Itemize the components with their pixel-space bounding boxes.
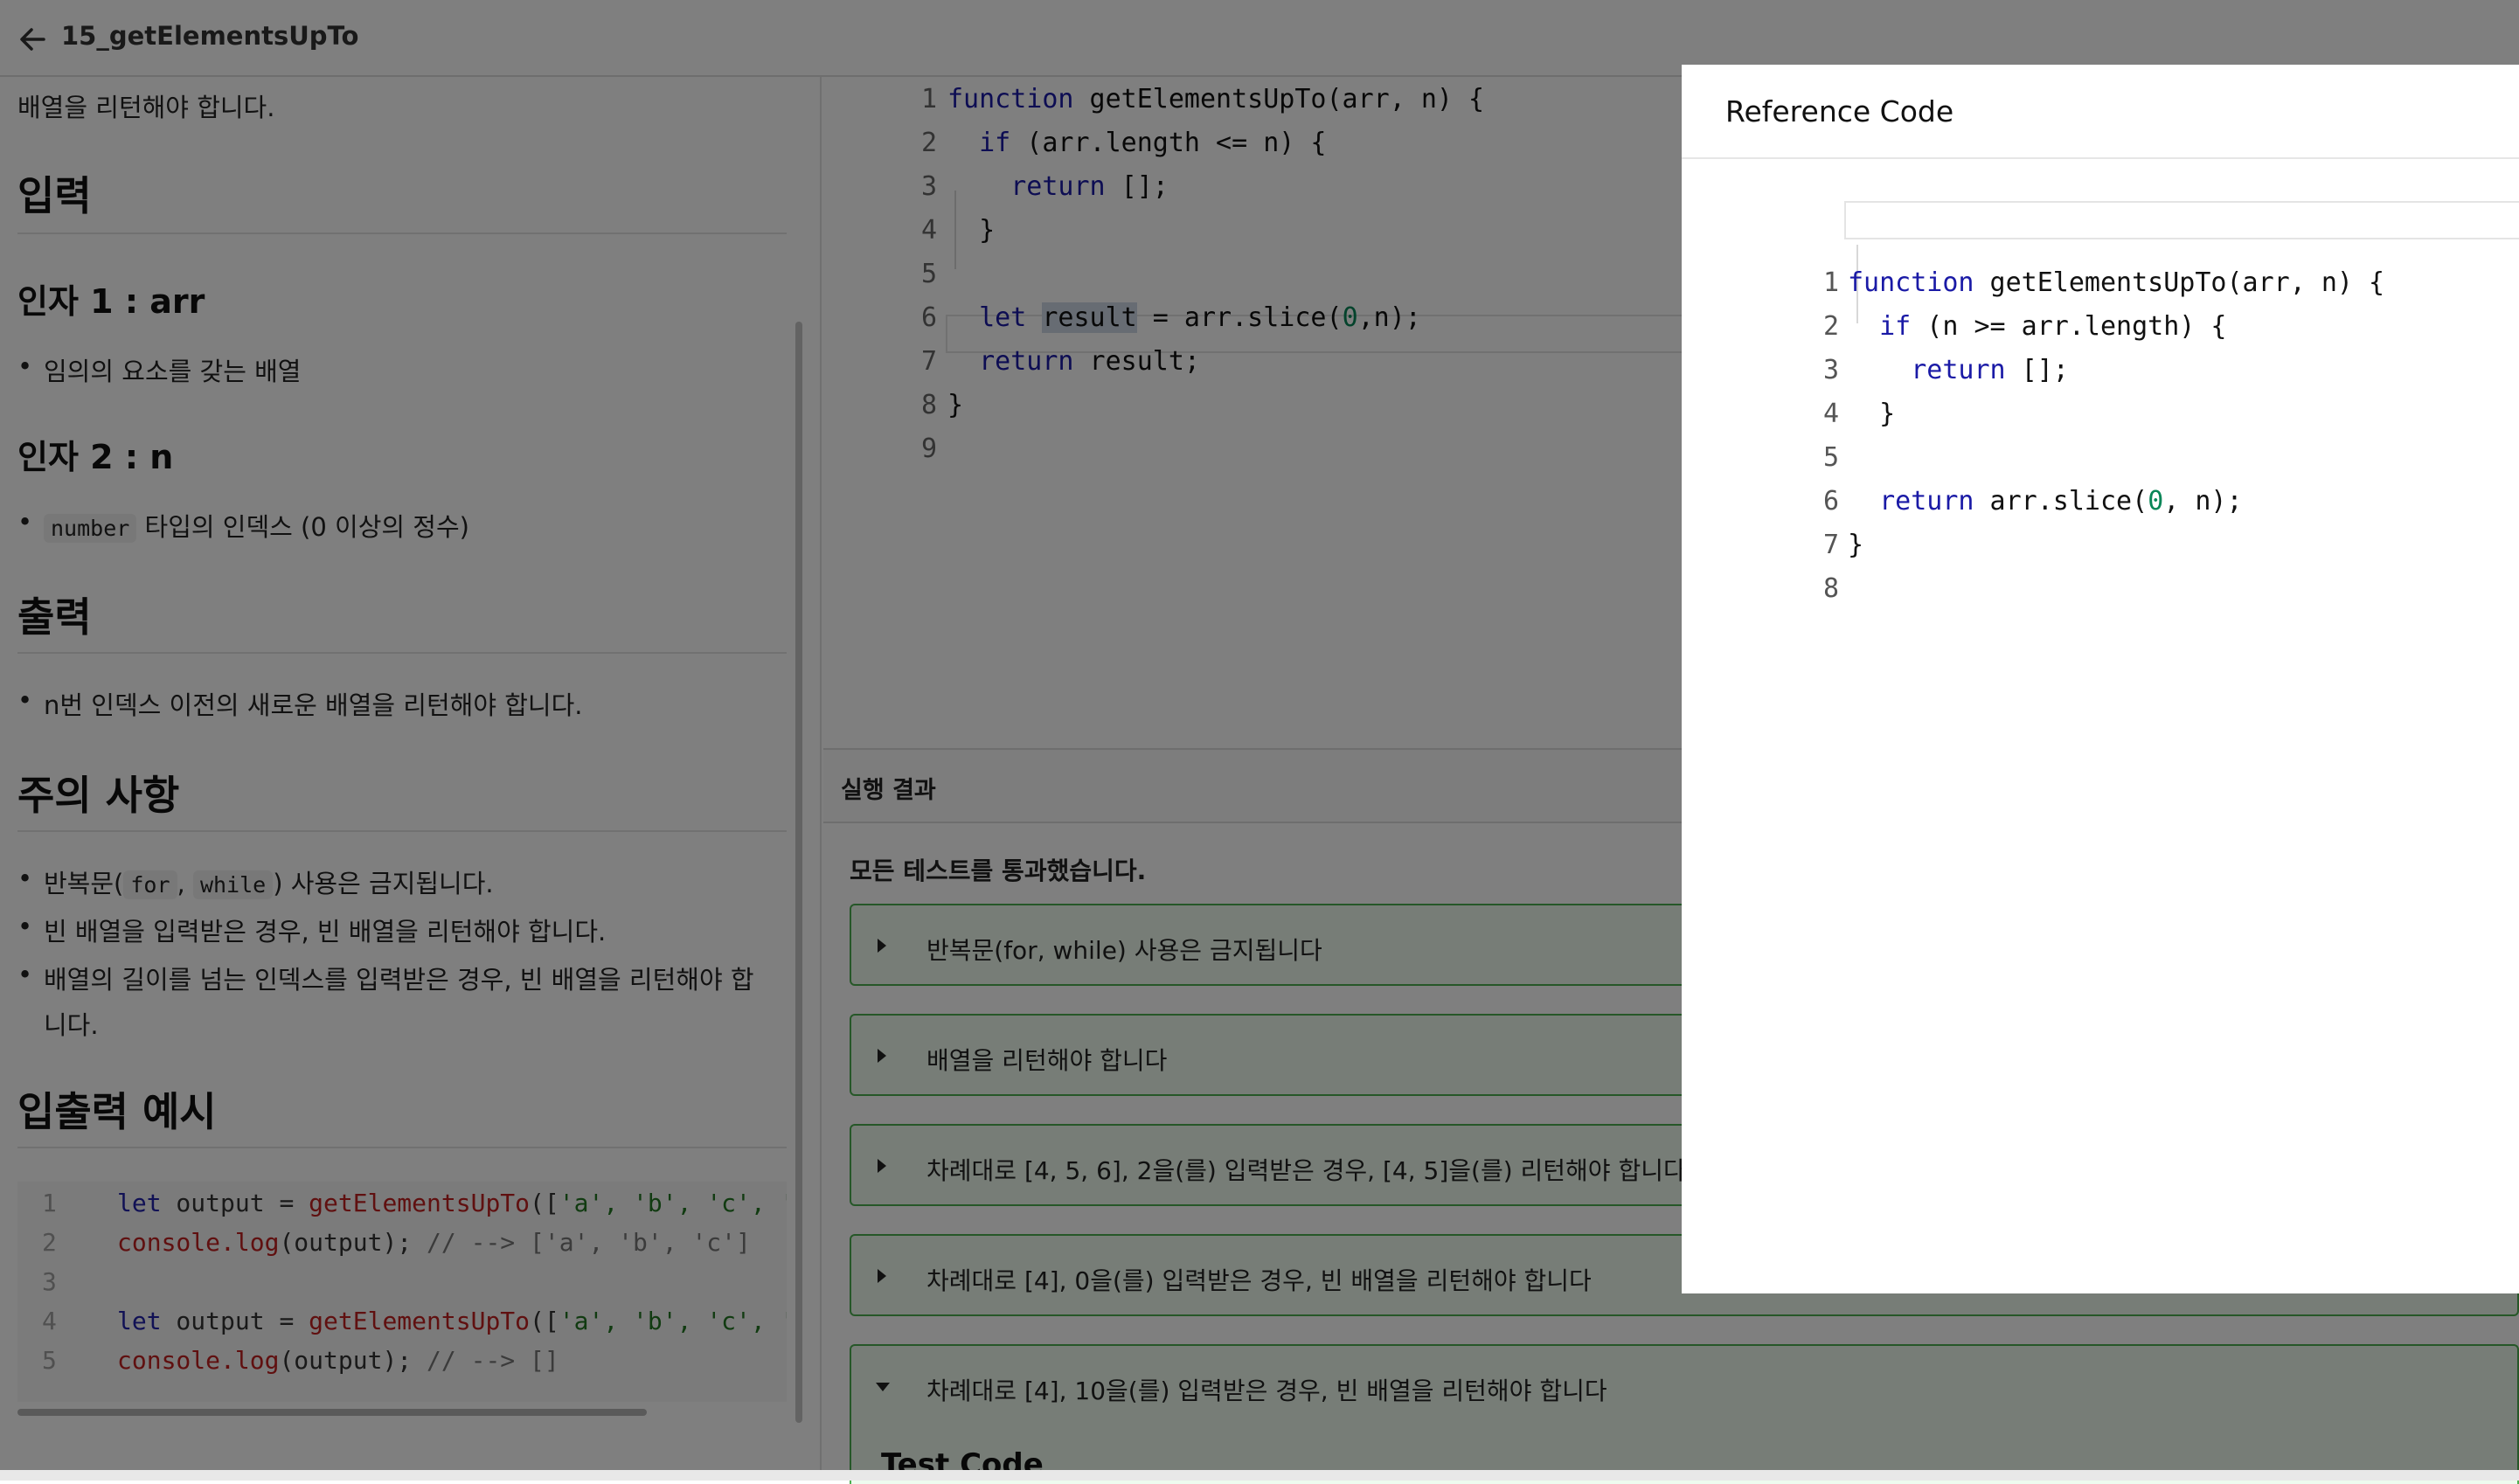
code-text: return arr.slice(0, n); — [1848, 486, 2243, 517]
line-number: 8 — [1822, 573, 1839, 604]
code-token: (n >= arr.length) { — [1911, 311, 2227, 342]
line-number: 7 — [1822, 530, 1839, 560]
keyword: function — [1848, 267, 1974, 298]
code-line: 1 function getElementsUpTo(arr, n) { — [1682, 267, 2519, 308]
bottom-strip — [0, 1470, 2519, 1481]
keyword: if — [1879, 311, 1912, 342]
line-number: 5 — [1822, 442, 1839, 473]
modal-header: Reference Code — [1682, 65, 2519, 159]
code-text: return []; — [1848, 355, 2069, 385]
line-number: 6 — [1822, 486, 1839, 517]
number-literal: 0 — [2148, 486, 2164, 517]
code-line: 3 return []; — [1682, 355, 2519, 395]
modal-title: Reference Code — [1725, 94, 1954, 128]
reference-code-modal: Reference Code 1 function getElementsUpTo… — [1682, 65, 2519, 1293]
line-number: 4 — [1822, 399, 1839, 429]
code-token: } — [1848, 530, 1864, 560]
line-number: 3 — [1822, 355, 1839, 385]
code-text: function getElementsUpTo(arr, n) { — [1848, 267, 2384, 298]
code-token: getElementsUpTo(arr, n) { — [1974, 267, 2385, 298]
code-line: 8 — [1682, 573, 2519, 614]
code-line: 2 if (n >= arr.length) { — [1682, 311, 2519, 351]
keyword: return — [1879, 486, 1974, 517]
code-text: } — [1848, 530, 1863, 560]
line-number: 2 — [1822, 311, 1839, 342]
code-token: , n); — [2163, 486, 2243, 517]
keyword: return — [1911, 355, 2006, 385]
code-token: []; — [2005, 355, 2069, 385]
current-line-highlight — [1844, 201, 2519, 239]
code-line: 4 } — [1682, 399, 2519, 439]
line-number: 1 — [1822, 267, 1839, 298]
code-token: } — [1879, 399, 1896, 429]
code-line: 6 return arr.slice(0, n); — [1682, 486, 2519, 526]
code-token: arr.slice( — [1974, 486, 2148, 517]
code-text: } — [1848, 399, 1895, 429]
code-line: 5 — [1682, 442, 2519, 482]
code-text: if (n >= arr.length) { — [1848, 311, 2226, 342]
code-line: 7} — [1682, 530, 2519, 570]
